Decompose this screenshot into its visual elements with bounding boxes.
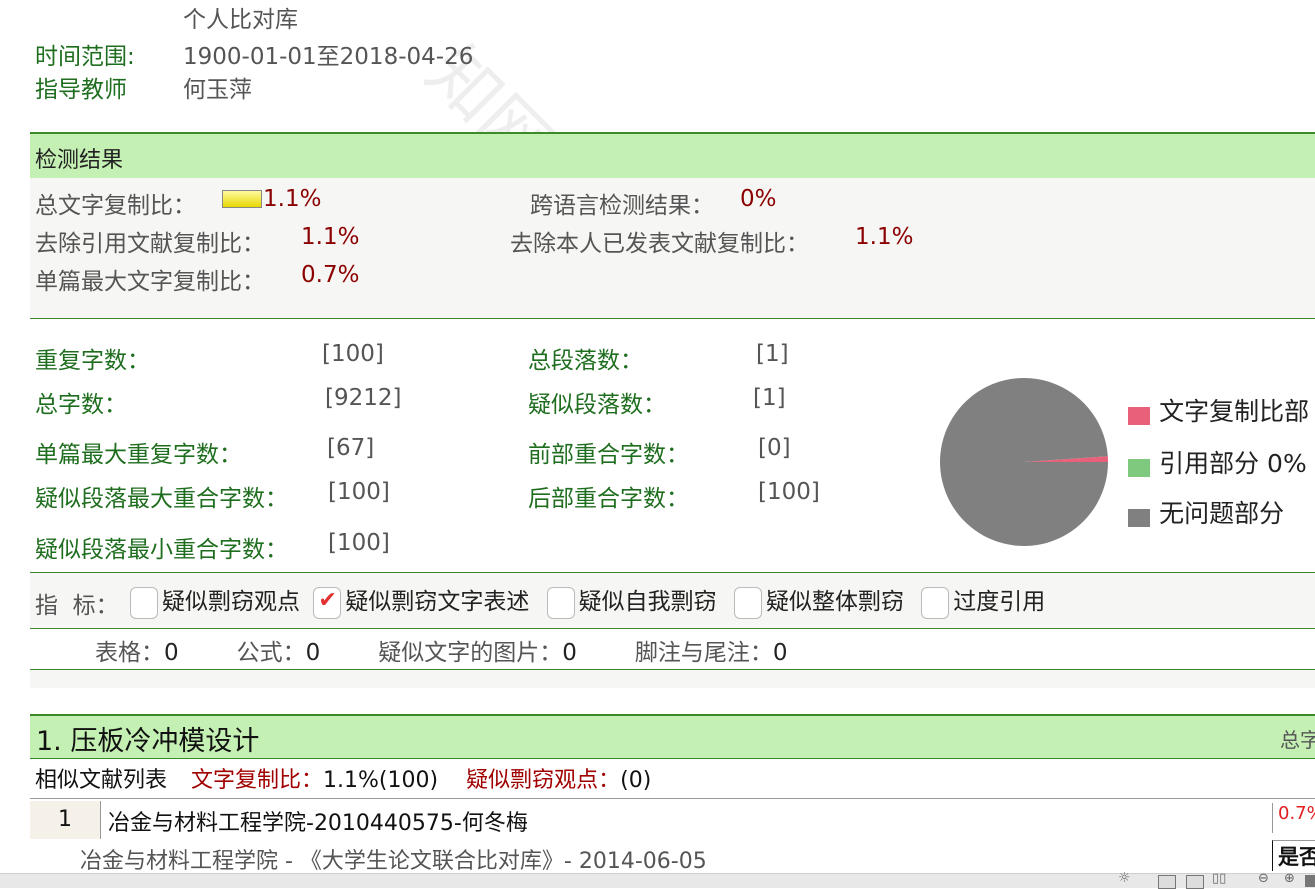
checkbox-0[interactable] (130, 586, 158, 619)
single-max-repeat-value: [67] (327, 435, 375, 461)
exclude-self-label: 去除本人已发表文献复制比： (510, 231, 809, 257)
front-overlap-label: 前部重合字数： (528, 442, 689, 468)
checkbox-1[interactable]: ✔ (313, 586, 342, 619)
single-max-repeat-label: 单篇最大重复字数： (35, 442, 242, 468)
image-count-label: 疑似文字的图片： (378, 640, 563, 666)
indicator-item-4[interactable]: 过度引用 (921, 586, 1046, 619)
exclude-ref-value: 1.1% (301, 224, 360, 250)
total-copy-value: 1.1% (263, 186, 322, 212)
zoom-out-icon[interactable]: ⊖ (1258, 871, 1269, 886)
fit-icon[interactable] (1305, 875, 1315, 887)
status-bar: ☼ ▯▯ ⊖ ⊕ (0, 870, 1315, 889)
result-source: 冶金与材料工程学院 - 《大学生论文联合比对库》- 2014-06-05 (80, 849, 707, 874)
front-overlap-value: [0] (758, 435, 791, 461)
pie-chart (940, 377, 1108, 546)
table-count-label: 表格： (95, 640, 164, 666)
sim-list-row: 相似文献列表 文字复制比：1.1%(100) 疑似剽窃观点：(0) (35, 762, 651, 794)
legend-swatch-ok (1128, 508, 1150, 527)
total-chars-value: [9212] (325, 385, 402, 411)
checkbox-2[interactable] (546, 586, 575, 619)
section1-title: 1. 压板冷冲模设计 (36, 726, 260, 757)
advisor-label: 指导教师 (35, 77, 127, 103)
repeat-chars-value: [100] (322, 341, 384, 367)
sun-icon[interactable]: ☼ (1118, 870, 1131, 886)
formula-count-value: 0 (305, 640, 321, 666)
legend-label-ref: 引用部分 0% (1159, 449, 1307, 478)
spacer-band (30, 670, 1315, 688)
single-max-label: 单篇最大文字复制比： (35, 269, 265, 295)
result-ratio: 0.7% (1272, 803, 1315, 833)
checkbox-3[interactable] (733, 586, 762, 619)
advisor-value: 何玉萍 (183, 77, 252, 103)
copy-ratio-value: 1.1%(100) (323, 768, 439, 793)
exclude-self-value: 1.1% (855, 224, 914, 250)
indicator-list: 疑似剽窃观点 ✔ 疑似剽窃文字表述 疑似自我剽窃 疑似整体剽窃 过度引用 (130, 582, 1045, 619)
indicator-item-1[interactable]: ✔ 疑似剽窃文字表述 (313, 586, 530, 619)
zoom-in-icon[interactable]: ⊕ (1284, 871, 1295, 886)
result-index: 1 (30, 801, 101, 839)
indicator-label-4: 过度引用 (953, 589, 1046, 615)
sim-list-label: 相似文献列表 (35, 768, 168, 793)
total-copy-label: 总文字复制比： (35, 193, 196, 219)
result-header: 检测结果 (30, 132, 1315, 179)
single-max-value: 0.7% (301, 262, 360, 288)
indicator-label-3: 疑似整体剽窃 (765, 589, 904, 615)
indicator-item-3[interactable]: 疑似整体剽窃 (733, 586, 904, 619)
back-overlap-value: [100] (758, 479, 820, 505)
divider (30, 798, 1315, 799)
time-range-label: 时间范围: (35, 44, 135, 70)
legend-swatch-copy (1128, 406, 1150, 425)
database-line: 个人比对库 (183, 7, 298, 33)
indicator-item-2[interactable]: 疑似自我剽窃 (546, 586, 717, 619)
total-chars-label: 总字数： (35, 392, 127, 418)
legend-item-copy: 文字复制比部 (1128, 392, 1315, 444)
indicator-label-0: 疑似剽窃观点 (162, 589, 300, 615)
result-title-link[interactable]: 冶金与材料工程学院-2010440575-何冬梅 (108, 805, 528, 837)
indicators-label: 指 标： (35, 593, 119, 619)
indicator-item-0[interactable]: 疑似剽窃观点 (130, 586, 300, 619)
cross-lang-label: 跨语言检测结果： (530, 193, 714, 219)
legend-swatch-ref (1128, 458, 1150, 477)
book-icon[interactable]: ▯▯ (1212, 871, 1226, 886)
total-paras-value: [1] (756, 341, 789, 367)
suspect-paras-label: 疑似段落数： (528, 392, 666, 418)
repeat-chars-label: 重复字数： (35, 348, 150, 374)
time-range-value: 1900-01-01至2018-04-26 (183, 44, 474, 70)
table-count-value: 0 (164, 640, 179, 666)
result-flag: 是否 (1272, 840, 1315, 871)
checkmark-icon: ✔ (318, 587, 337, 613)
total-paras-label: 总段落数： (528, 348, 643, 374)
divider (30, 628, 1315, 629)
cross-lang-value: 0% (740, 186, 777, 212)
footnote-count-label: 脚注与尾注： (634, 640, 773, 666)
para-max-overlap-label: 疑似段落最大重合字数： (35, 486, 288, 512)
formula-count-label: 公式： (236, 640, 306, 666)
indicator-label-1: 疑似剽窃文字表述 (345, 589, 530, 615)
legend-label-copy: 文字复制比部 (1159, 397, 1310, 426)
checkbox-4[interactable] (921, 586, 950, 619)
section1-right-label: 总字 (1280, 728, 1315, 752)
suspect-view-label: 疑似剽窃观点： (466, 768, 621, 793)
para-min-overlap-value: [100] (328, 530, 390, 556)
image-count-value: 0 (562, 640, 577, 666)
legend-item-ok: 无问题部分 (1128, 494, 1315, 544)
legend-label-ok: 无问题部分 (1159, 499, 1285, 528)
para-min-overlap-label: 疑似段落最小重合字数： (35, 537, 288, 563)
copy-bar (222, 190, 262, 208)
suspect-paras-value: [1] (753, 385, 786, 411)
counts-row: 表格：0 公式：0 疑似文字的图片：0 脚注与尾注：0 (95, 633, 788, 667)
legend-item-ref: 引用部分 0% (1128, 444, 1315, 494)
footnote-count-value: 0 (772, 640, 788, 666)
suspect-view-value: (0) (620, 768, 652, 793)
legend: 文字复制比部 引用部分 0% 无问题部分 (1128, 392, 1315, 544)
exclude-ref-label: 去除引用文献复制比： (35, 231, 265, 257)
para-max-overlap-value: [100] (328, 479, 390, 505)
back-overlap-label: 后部重合字数： (528, 486, 689, 512)
section1-header: 1. 压板冷冲模设计 总字 (30, 714, 1315, 759)
indicator-label-2: 疑似自我剽窃 (578, 589, 717, 615)
copy-ratio-label: 文字复制比： (191, 768, 324, 793)
result-title: 检测结果 (35, 148, 124, 173)
copy-bar-fill (223, 191, 261, 207)
